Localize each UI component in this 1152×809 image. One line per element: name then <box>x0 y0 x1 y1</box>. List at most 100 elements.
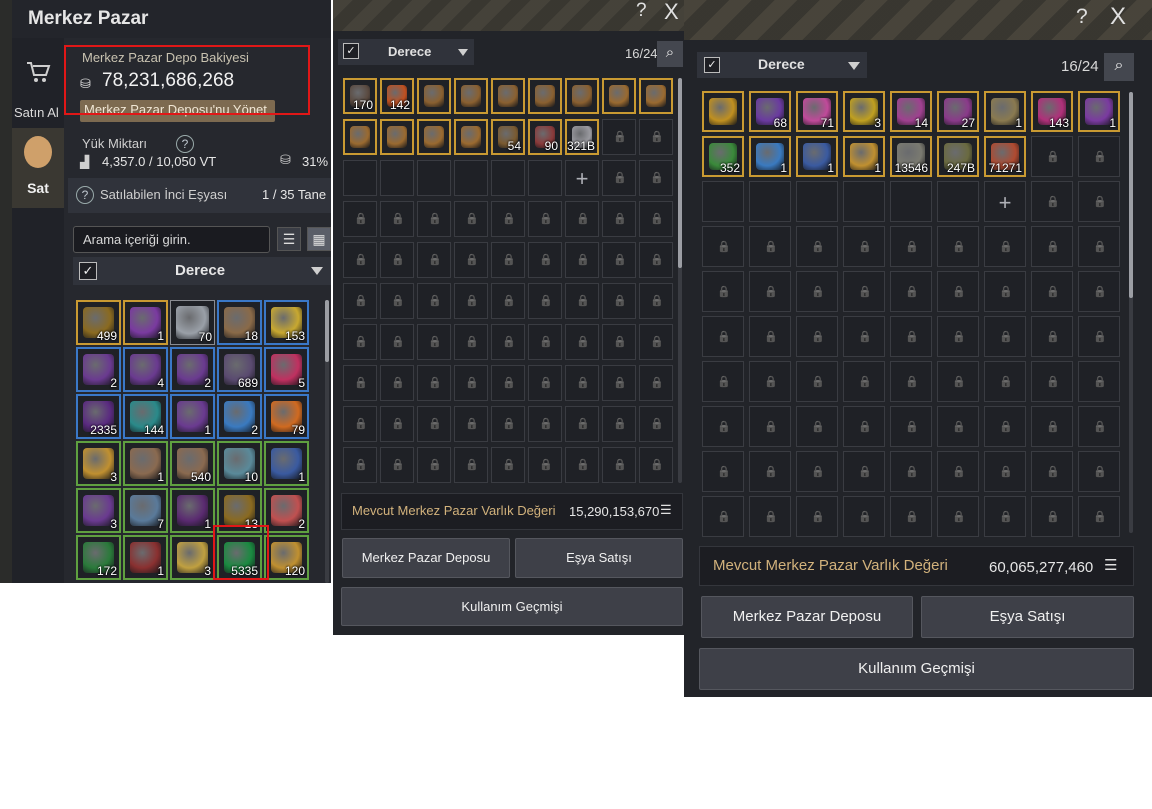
item-slot[interactable]: 68 <box>749 91 791 132</box>
scroll-thumb[interactable] <box>325 300 329 362</box>
nav-sell-tab[interactable]: Sat <box>12 128 64 208</box>
empty-slot[interactable] <box>749 181 791 222</box>
item-slot[interactable]: 1 <box>984 91 1026 132</box>
depot-button[interactable]: Merkez Pazar Deposu <box>342 538 510 578</box>
item-slot[interactable]: 3 <box>170 535 215 580</box>
usage-history-button[interactable]: Kullanım Geçmişi <box>341 587 683 626</box>
item-slot[interactable]: 4 <box>123 347 168 392</box>
item-slot[interactable]: 1 <box>170 394 215 439</box>
item-slot[interactable]: 70 <box>170 300 215 345</box>
item-slot[interactable] <box>417 78 451 114</box>
add-slot-icon[interactable]: + <box>566 161 598 195</box>
item-slot[interactable]: 1 <box>264 441 309 486</box>
item-slot[interactable]: 2335 <box>76 394 121 439</box>
item-slot[interactable] <box>702 91 744 132</box>
item-slot[interactable]: 54 <box>491 119 525 155</box>
empty-slot[interactable] <box>937 181 979 222</box>
item-slot[interactable]: 27 <box>937 91 979 132</box>
item-slot[interactable]: 1 <box>796 136 838 177</box>
scroll-thumb[interactable] <box>678 78 682 268</box>
item-slot[interactable]: 1 <box>123 300 168 345</box>
item-slot[interactable]: 1 <box>123 441 168 486</box>
item-slot[interactable]: 71 <box>796 91 838 132</box>
item-slot[interactable]: 247B <box>937 136 979 177</box>
item-slot[interactable] <box>528 78 562 114</box>
item-slot[interactable]: 153 <box>264 300 309 345</box>
item-slot[interactable]: 3 <box>843 91 885 132</box>
item-slot[interactable]: 352 <box>702 136 744 177</box>
scrollbar[interactable] <box>678 78 682 483</box>
item-slot[interactable]: 1 <box>123 535 168 580</box>
item-slot[interactable]: 5 <box>264 347 309 392</box>
empty-slot[interactable] <box>343 160 377 196</box>
item-slot[interactable]: 170 <box>343 78 377 114</box>
item-slot[interactable]: 90 <box>528 119 562 155</box>
search-icon[interactable]: ⌕ <box>657 41 683 67</box>
item-sell-button[interactable]: Eşya Satışı <box>515 538 683 578</box>
empty-slot[interactable] <box>796 181 838 222</box>
item-slot[interactable]: 1 <box>843 136 885 177</box>
item-slot[interactable]: 2 <box>76 347 121 392</box>
item-slot[interactable]: 540 <box>170 441 215 486</box>
empty-slot[interactable] <box>417 160 451 196</box>
help-icon[interactable]: ? <box>636 0 647 22</box>
item-slot[interactable]: 689 <box>217 347 262 392</box>
empty-slot[interactable] <box>528 160 562 196</box>
item-slot[interactable]: 13546 <box>890 136 932 177</box>
search-input[interactable]: Arama içeriği girin. <box>73 226 270 253</box>
list-view-icon[interactable]: ☰ <box>277 227 301 251</box>
empty-slot[interactable] <box>380 160 414 196</box>
item-slot[interactable]: 321B <box>565 119 599 155</box>
empty-slot[interactable] <box>702 181 744 222</box>
empty-slot[interactable] <box>491 160 525 196</box>
item-slot[interactable]: 3 <box>76 441 121 486</box>
help-icon[interactable]: ? <box>76 186 94 204</box>
help-icon[interactable]: ? <box>176 135 194 153</box>
close-icon[interactable]: X <box>664 0 679 25</box>
item-slot[interactable]: 71271 <box>984 136 1026 177</box>
item-slot[interactable]: 120 <box>264 535 309 580</box>
depot-button[interactable]: Merkez Pazar Deposu <box>701 596 913 638</box>
usage-history-button[interactable]: Kullanım Geçmişi <box>699 648 1134 690</box>
item-slot[interactable]: 142 <box>380 78 414 114</box>
item-slot[interactable] <box>417 119 451 155</box>
item-slot[interactable] <box>491 78 525 114</box>
empty-slot[interactable]: + <box>565 160 599 196</box>
scroll-thumb[interactable] <box>1129 92 1133 298</box>
help-icon[interactable]: ? <box>1076 5 1088 29</box>
item-slot[interactable] <box>454 78 488 114</box>
grid-view-icon[interactable]: ▦ <box>307 227 331 251</box>
item-slot[interactable]: 7 <box>123 488 168 533</box>
select-all-checkbox[interactable]: ✓ <box>343 43 359 59</box>
item-sell-button[interactable]: Eşya Satışı <box>921 596 1134 638</box>
select-all-checkbox[interactable]: ✓ <box>704 57 720 73</box>
select-all-checkbox[interactable]: ✓ <box>79 262 97 280</box>
item-slot[interactable]: 499 <box>76 300 121 345</box>
scrollbar[interactable] <box>1129 92 1133 533</box>
item-slot[interactable]: 18 <box>217 300 262 345</box>
item-slot[interactable] <box>343 119 377 155</box>
item-slot[interactable] <box>380 119 414 155</box>
add-slot-icon[interactable]: + <box>985 182 1025 221</box>
item-slot[interactable]: 2 <box>264 488 309 533</box>
item-slot[interactable] <box>602 78 636 114</box>
empty-slot[interactable] <box>890 181 932 222</box>
close-icon[interactable]: X <box>1110 3 1126 31</box>
item-slot[interactable]: 3 <box>76 488 121 533</box>
item-slot[interactable]: 1 <box>749 136 791 177</box>
item-slot[interactable]: 14 <box>890 91 932 132</box>
item-slot[interactable]: 1 <box>1078 91 1120 132</box>
item-slot[interactable] <box>454 119 488 155</box>
empty-slot[interactable] <box>843 181 885 222</box>
item-slot[interactable] <box>565 78 599 114</box>
item-slot[interactable] <box>639 78 673 114</box>
item-slot[interactable]: 2 <box>217 394 262 439</box>
item-slot[interactable]: 79 <box>264 394 309 439</box>
item-slot[interactable]: 10 <box>217 441 262 486</box>
item-slot[interactable]: 144 <box>123 394 168 439</box>
item-slot[interactable]: 2 <box>170 347 215 392</box>
search-icon[interactable]: ⌕ <box>1104 53 1134 81</box>
item-slot[interactable]: 172 <box>76 535 121 580</box>
empty-slot[interactable]: + <box>984 181 1026 222</box>
nav-buy-tab[interactable]: Satın Al <box>12 48 64 120</box>
